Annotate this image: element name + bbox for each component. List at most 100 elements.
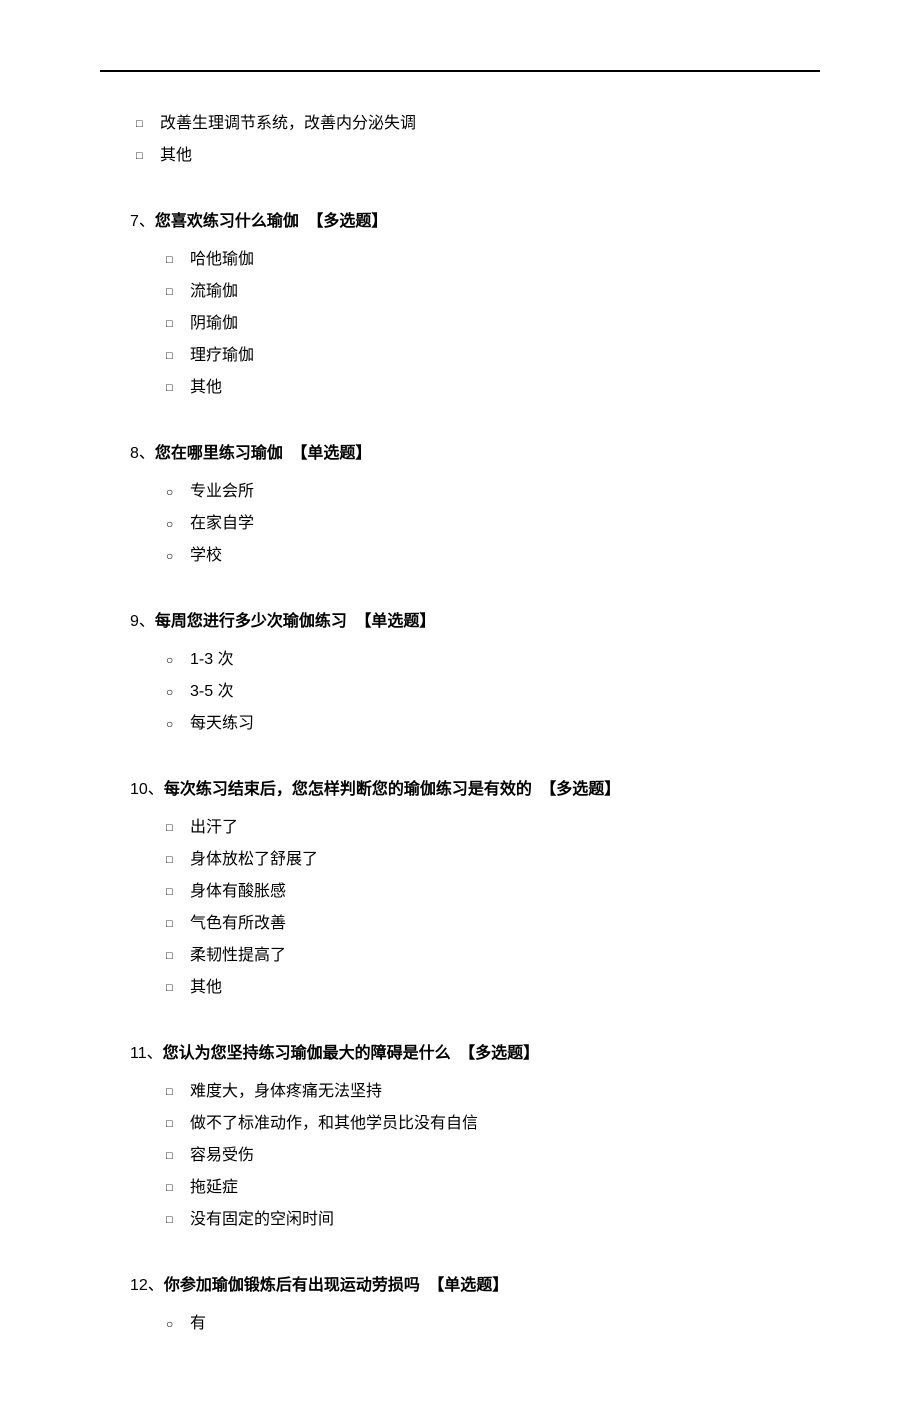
option-row[interactable]: □ 容易受伤 [166, 1144, 820, 1168]
question-6-options-tail: □ 改善生理调节系统，改善内分泌失调 □ 其他 [136, 112, 820, 168]
question-number: 12、 [130, 1277, 164, 1294]
radio-icon: ○ [166, 486, 184, 498]
radio-icon: ○ [166, 518, 184, 530]
question-10: 10、每次练习结束后，您怎样判断您的瑜伽练习是有效的 【多选题】 □ 出汗了 □… [130, 778, 820, 1000]
option-row[interactable]: □ 出汗了 [166, 816, 820, 840]
checkbox-icon: □ [166, 1087, 184, 1098]
radio-icon: ○ [166, 550, 184, 562]
question-number: 7、 [130, 213, 155, 230]
question-header: 8、您在哪里练习瑜伽 【单选题】 [130, 442, 820, 466]
option-row[interactable]: □ 身体有酸胀感 [166, 880, 820, 904]
question-text: 您在哪里练习瑜伽 [155, 445, 283, 462]
question-options: □ 出汗了 □ 身体放松了舒展了 □ 身体有酸胀感 □ 气色有所改善 □ 柔韧性… [166, 816, 820, 1000]
option-row[interactable]: □ 气色有所改善 [166, 912, 820, 936]
question-options: □ 难度大，身体疼痛无法坚持 □ 做不了标准动作，和其他学员比没有自信 □ 容易… [166, 1080, 820, 1232]
question-number: 8、 [130, 445, 155, 462]
option-row[interactable]: □ 改善生理调节系统，改善内分泌失调 [136, 112, 820, 136]
option-row[interactable]: □ 流瑜伽 [166, 280, 820, 304]
option-label: 3-5 次 [190, 680, 234, 704]
option-label: 改善生理调节系统，改善内分泌失调 [160, 112, 416, 136]
question-header: 9、每周您进行多少次瑜伽练习 【单选题】 [130, 610, 820, 634]
option-label: 每天练习 [190, 712, 254, 736]
question-text: 你参加瑜伽锻炼后有出现运动劳损吗 [164, 1277, 420, 1294]
radio-icon: ○ [166, 718, 184, 730]
option-row[interactable]: □ 做不了标准动作，和其他学员比没有自信 [166, 1112, 820, 1136]
question-7: 7、您喜欢练习什么瑜伽 【多选题】 □ 哈他瑜伽 □ 流瑜伽 □ 阴瑜伽 □ 理… [130, 210, 820, 400]
question-header: 12、你参加瑜伽锻炼后有出现运动劳损吗 【单选题】 [130, 1274, 820, 1298]
question-header: 7、您喜欢练习什么瑜伽 【多选题】 [130, 210, 820, 234]
question-8: 8、您在哪里练习瑜伽 【单选题】 ○ 专业会所 ○ 在家自学 ○ 学校 [130, 442, 820, 568]
question-text: 您喜欢练习什么瑜伽 [155, 213, 299, 230]
option-row[interactable]: ○ 在家自学 [166, 512, 820, 536]
option-row[interactable]: ○ 1-3 次 [166, 648, 820, 672]
option-row[interactable]: ○ 学校 [166, 544, 820, 568]
option-label: 专业会所 [190, 480, 254, 504]
top-horizontal-rule [100, 70, 820, 72]
option-label: 有 [190, 1312, 206, 1336]
question-options: □ 哈他瑜伽 □ 流瑜伽 □ 阴瑜伽 □ 理疗瑜伽 □ 其他 [166, 248, 820, 400]
checkbox-icon: □ [166, 1183, 184, 1194]
option-label: 出汗了 [190, 816, 238, 840]
option-label: 学校 [190, 544, 222, 568]
option-row[interactable]: □ 其他 [166, 976, 820, 1000]
question-type-tag: 【单选题】 [428, 1277, 508, 1294]
option-label: 气色有所改善 [190, 912, 286, 936]
option-row[interactable]: ○ 有 [166, 1312, 820, 1336]
checkbox-icon: □ [166, 951, 184, 962]
question-12: 12、你参加瑜伽锻炼后有出现运动劳损吗 【单选题】 ○ 有 [130, 1274, 820, 1336]
checkbox-icon: □ [166, 383, 184, 394]
option-label: 柔韧性提高了 [190, 944, 286, 968]
question-type-tag: 【多选题】 [540, 781, 620, 798]
checkbox-icon: □ [166, 1215, 184, 1226]
option-row[interactable]: ○ 每天练习 [166, 712, 820, 736]
option-label: 做不了标准动作，和其他学员比没有自信 [190, 1112, 478, 1136]
option-row[interactable]: □ 没有固定的空闲时间 [166, 1208, 820, 1232]
option-row[interactable]: ○ 专业会所 [166, 480, 820, 504]
option-label: 阴瑜伽 [190, 312, 238, 336]
option-label: 容易受伤 [190, 1144, 254, 1168]
option-label: 拖延症 [190, 1176, 238, 1200]
option-label: 身体放松了舒展了 [190, 848, 318, 872]
question-type-tag: 【单选题】 [355, 613, 435, 630]
checkbox-icon: □ [136, 151, 154, 162]
option-label: 在家自学 [190, 512, 254, 536]
question-11: 11、您认为您坚持练习瑜伽最大的障碍是什么 【多选题】 □ 难度大，身体疼痛无法… [130, 1042, 820, 1232]
option-row[interactable]: □ 柔韧性提高了 [166, 944, 820, 968]
checkbox-icon: □ [166, 319, 184, 330]
question-number: 11、 [130, 1045, 163, 1062]
radio-icon: ○ [166, 686, 184, 698]
option-row[interactable]: □ 其他 [136, 144, 820, 168]
option-row[interactable]: □ 身体放松了舒展了 [166, 848, 820, 872]
option-row[interactable]: □ 拖延症 [166, 1176, 820, 1200]
option-row[interactable]: □ 理疗瑜伽 [166, 344, 820, 368]
checkbox-icon: □ [136, 119, 154, 130]
checkbox-icon: □ [166, 1119, 184, 1130]
question-number: 9、 [130, 613, 155, 630]
radio-icon: ○ [166, 654, 184, 666]
option-label: 其他 [190, 376, 222, 400]
question-type-tag: 【多选题】 [307, 213, 387, 230]
option-label: 其他 [190, 976, 222, 1000]
checkbox-icon: □ [166, 919, 184, 930]
option-row[interactable]: □ 难度大，身体疼痛无法坚持 [166, 1080, 820, 1104]
checkbox-icon: □ [166, 351, 184, 362]
question-text: 您认为您坚持练习瑜伽最大的障碍是什么 [163, 1045, 451, 1062]
question-options: ○ 1-3 次 ○ 3-5 次 ○ 每天练习 [166, 648, 820, 736]
option-label: 没有固定的空闲时间 [190, 1208, 334, 1232]
option-label: 1-3 次 [190, 648, 234, 672]
option-label: 难度大，身体疼痛无法坚持 [190, 1080, 382, 1104]
page-container: □ 改善生理调节系统，改善内分泌失调 □ 其他 7、您喜欢练习什么瑜伽 【多选题… [0, 0, 920, 1404]
checkbox-icon: □ [166, 823, 184, 834]
option-row[interactable]: □ 阴瑜伽 [166, 312, 820, 336]
option-label: 理疗瑜伽 [190, 344, 254, 368]
question-header: 11、您认为您坚持练习瑜伽最大的障碍是什么 【多选题】 [130, 1042, 820, 1066]
checkbox-icon: □ [166, 887, 184, 898]
option-row[interactable]: □ 其他 [166, 376, 820, 400]
option-row[interactable]: ○ 3-5 次 [166, 680, 820, 704]
checkbox-icon: □ [166, 855, 184, 866]
question-text: 每周您进行多少次瑜伽练习 [155, 613, 347, 630]
option-row[interactable]: □ 哈他瑜伽 [166, 248, 820, 272]
option-label: 身体有酸胀感 [190, 880, 286, 904]
option-label: 流瑜伽 [190, 280, 238, 304]
checkbox-icon: □ [166, 255, 184, 266]
